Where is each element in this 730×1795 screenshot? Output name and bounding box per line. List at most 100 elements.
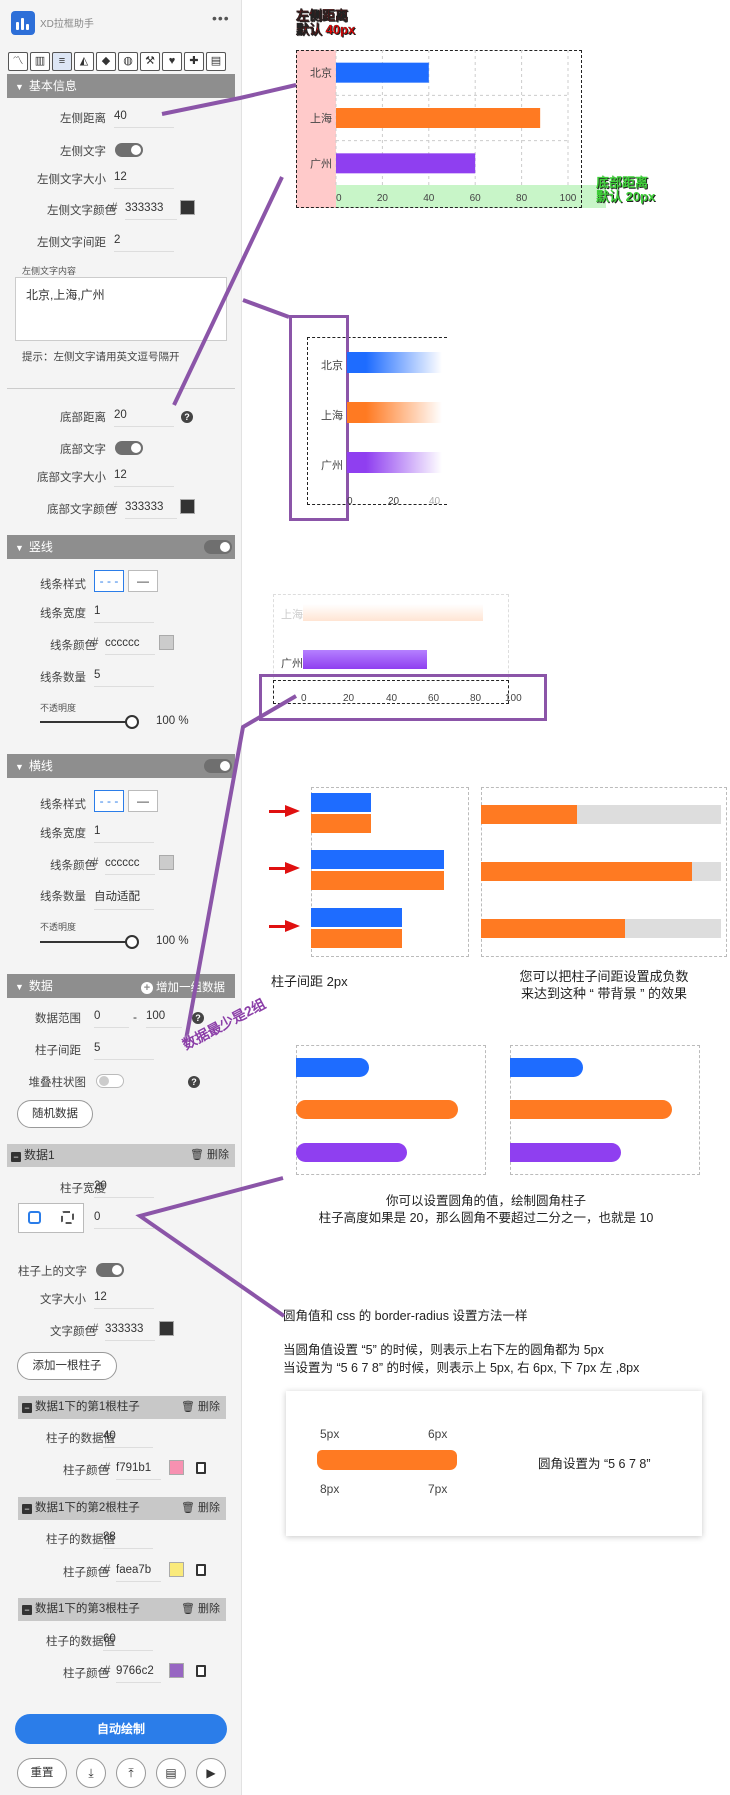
dashed-line-button[interactable]: - - - xyxy=(94,570,124,592)
tick-label: 20 xyxy=(343,693,355,704)
left-font-size-input[interactable]: 12 xyxy=(114,171,174,189)
auto-draw-button[interactable]: 自动绘制 xyxy=(15,1714,227,1744)
bar-text-toggle[interactable] xyxy=(96,1263,124,1277)
bottom-text-toggle[interactable] xyxy=(115,441,143,455)
bottom-color-swatch[interactable] xyxy=(180,499,195,514)
shape-icon[interactable]: ◆ xyxy=(96,52,116,71)
bar2-value-input[interactable]: 88 xyxy=(103,1531,153,1549)
reset-button[interactable]: 重置 xyxy=(17,1758,67,1788)
vline-width-label: 线条宽度 xyxy=(40,608,86,620)
help-icon[interactable]: ? xyxy=(192,1012,204,1024)
left-color-input[interactable]: 333333 xyxy=(125,202,177,220)
section-horizontal-lines[interactable]: ▼ 横线 xyxy=(7,754,235,778)
help-icon[interactable]: ? xyxy=(188,1076,200,1088)
copy-icon[interactable] xyxy=(196,1665,206,1677)
heart-icon[interactable]: ♥ xyxy=(162,52,182,71)
stacked-bar-toggle[interactable] xyxy=(96,1074,124,1088)
bar2-header[interactable]: − 数据1下的第2根柱子 🗑 删除 xyxy=(18,1497,226,1520)
delete-label: 删除 xyxy=(198,1502,220,1514)
add-data-group-label: 增加一组数据 xyxy=(156,982,225,994)
bar1-color-label: 柱子颜色 xyxy=(63,1465,109,1477)
area-chart-icon[interactable]: ◭ xyxy=(74,52,94,71)
hline-opacity-knob[interactable] xyxy=(125,935,139,949)
hline-width-input[interactable]: 1 xyxy=(94,825,154,843)
bar2-color-input[interactable]: faea7b xyxy=(116,1564,161,1582)
bar1-color-input[interactable]: f791b1 xyxy=(116,1462,161,1480)
copy-icon[interactable] xyxy=(196,1462,206,1474)
delete-bar2-button[interactable]: 🗑 删除 xyxy=(181,1497,220,1520)
left-distance-input[interactable]: 40 xyxy=(114,110,174,128)
data1-header[interactable]: − 数据1 🗑 删除 xyxy=(7,1144,235,1167)
data-range-max-input[interactable]: 100 xyxy=(146,1010,182,1028)
left-text-toggle[interactable] xyxy=(115,143,143,157)
vline-color-swatch[interactable] xyxy=(159,635,174,650)
hash-sign: # xyxy=(104,1665,111,1677)
document-icon[interactable]: ▤ xyxy=(156,1758,186,1788)
dashed-line-button[interactable]: - - - xyxy=(94,790,124,812)
bar3-value-input[interactable]: 60 xyxy=(103,1633,153,1651)
individual-radius-icon[interactable] xyxy=(61,1211,74,1224)
radius-note-line1: 你可以设置圆角的值，绘制圆角柱子 xyxy=(385,1194,586,1208)
copy-icon[interactable] xyxy=(196,1564,206,1576)
hline-color-swatch[interactable] xyxy=(159,855,174,870)
hline-color-input[interactable]: cccccc xyxy=(105,857,155,875)
left-spacing-input[interactable]: 2 xyxy=(114,234,174,252)
add-bar-button[interactable]: 添加一根柱子 xyxy=(17,1352,117,1380)
random-data-button[interactable]: 随机数据 xyxy=(17,1100,93,1128)
css-note: 圆角值和 css 的 border-radius 设置方法一样 xyxy=(283,1309,528,1323)
bar-chart-icon[interactable]: ▥ xyxy=(30,52,50,71)
bottom-color-input[interactable]: 333333 xyxy=(125,501,177,519)
bar3-color-input[interactable]: 9766c2 xyxy=(116,1665,161,1683)
bar1-color-swatch[interactable] xyxy=(169,1460,184,1475)
upload-icon[interactable]: ⤒ xyxy=(116,1758,146,1788)
help-icon[interactable]: ? xyxy=(181,411,193,423)
section-vertical-lines[interactable]: ▼ 竖线 xyxy=(7,535,235,559)
solid-line-button[interactable]: — xyxy=(128,570,158,592)
vline-color-input[interactable]: cccccc xyxy=(105,637,155,655)
hline-count-input[interactable]: 自动适配 xyxy=(94,888,154,910)
delete-data1-button[interactable]: 🗑 删除 xyxy=(190,1144,229,1167)
text-size-input[interactable]: 12 xyxy=(94,1291,154,1309)
globe-icon[interactable]: ◍ xyxy=(118,52,138,71)
left-color-swatch[interactable] xyxy=(180,200,195,215)
delete-bar1-button[interactable]: 🗑 删除 xyxy=(181,1396,220,1419)
more-menu-icon[interactable]: ••• xyxy=(212,10,230,26)
uniform-radius-icon[interactable] xyxy=(28,1211,41,1224)
download-icon[interactable]: ⤓ xyxy=(76,1758,106,1788)
vline-count-input[interactable]: 5 xyxy=(94,669,154,687)
data-range-min-input[interactable]: 0 xyxy=(94,1010,129,1028)
radius-input[interactable]: 0 xyxy=(94,1211,154,1229)
vline-opacity-slider[interactable] xyxy=(40,721,132,723)
section-title: 基本信息 xyxy=(28,79,77,93)
hline-opacity-slider[interactable] xyxy=(40,941,132,943)
bar1-value-input[interactable]: 40 xyxy=(103,1430,153,1448)
left-content-textarea[interactable]: 北京,上海,广州 xyxy=(15,277,227,341)
corner-label: 7px xyxy=(428,1482,448,1496)
category-label: 北京 xyxy=(310,66,332,80)
bottom-distance-input[interactable]: 20 xyxy=(114,409,174,427)
text-color-input[interactable]: 333333 xyxy=(105,1323,155,1341)
horizontal-lines-toggle[interactable] xyxy=(204,759,232,773)
line-chart-icon[interactable]: 〽 xyxy=(8,52,28,71)
vertical-lines-toggle[interactable] xyxy=(204,540,232,554)
bottom-font-size-input[interactable]: 12 xyxy=(114,469,174,487)
video-icon[interactable]: ▶ xyxy=(196,1758,226,1788)
section-basic-info[interactable]: ▼ 基本信息 xyxy=(7,74,235,98)
bar1-header[interactable]: − 数据1下的第1根柱子 🗑 删除 xyxy=(18,1396,226,1419)
puzzle-icon[interactable]: ✚ xyxy=(184,52,204,71)
bar-width-input[interactable]: 20 xyxy=(94,1180,154,1198)
bar2-color-swatch[interactable] xyxy=(169,1562,184,1577)
corner-label: 8px xyxy=(320,1482,340,1496)
bar-gap-input[interactable]: 5 xyxy=(94,1042,154,1060)
solid-line-button[interactable]: — xyxy=(128,790,158,812)
vline-opacity-knob[interactable] xyxy=(125,715,139,729)
delete-bar3-button[interactable]: 🗑 删除 xyxy=(181,1598,220,1621)
text-color-swatch[interactable] xyxy=(159,1321,174,1336)
vline-width-input[interactable]: 1 xyxy=(94,605,154,623)
wrench-icon[interactable]: ⚒ xyxy=(140,52,160,71)
bar3-color-swatch[interactable] xyxy=(169,1663,184,1678)
book-icon[interactable]: ▤ xyxy=(206,52,226,71)
add-data-group-button[interactable]: + 增加一组数据 xyxy=(141,979,225,995)
bar3-header[interactable]: − 数据1下的第3根柱子 🗑 删除 xyxy=(18,1598,226,1621)
horizontal-bar-icon[interactable]: ≡ xyxy=(52,52,72,71)
